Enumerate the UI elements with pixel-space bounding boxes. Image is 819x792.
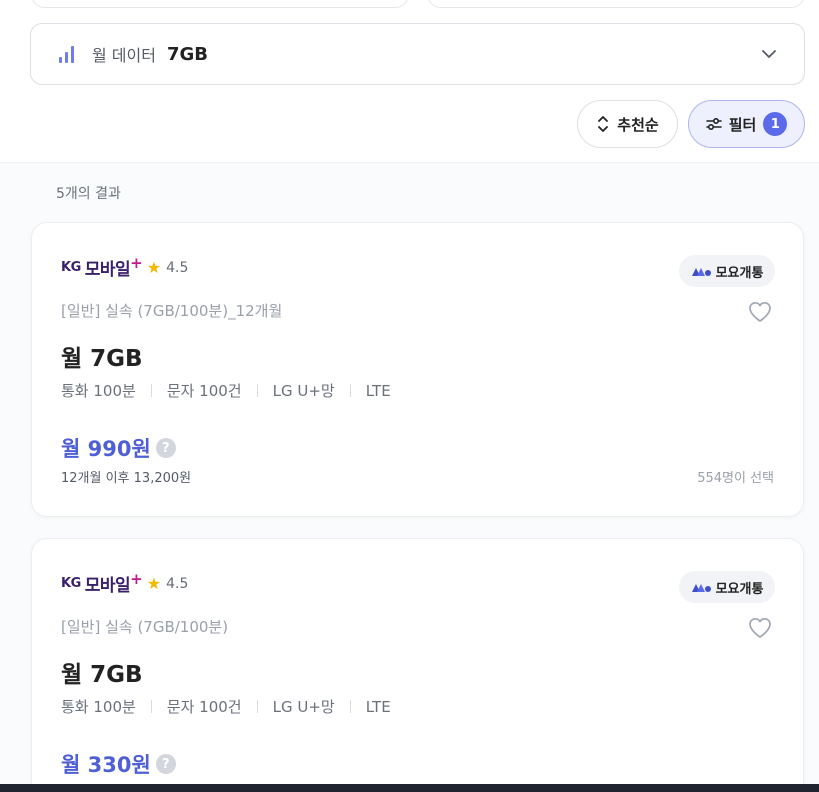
result-count: 5개의 결과 — [56, 186, 121, 202]
brand-logo-name: 모바일 — [84, 260, 131, 280]
plan-title: 월 7GB — [61, 662, 143, 688]
brand-logo-kg: KG — [61, 260, 81, 275]
sort-arrows-icon — [598, 116, 609, 132]
moyo-logo-icon — [691, 584, 711, 592]
carrier-badge-label: 모요개통 — [715, 581, 764, 597]
monthly-data-select[interactable]: 월 데이터 7GB — [30, 23, 805, 85]
filter-label: 필터 — [728, 115, 757, 134]
spec-divider — [256, 384, 258, 397]
carrier-badge: 모요개통 — [679, 255, 775, 287]
spec-network: LG U+망 — [272, 382, 335, 400]
spec-tech: LTE — [365, 697, 391, 716]
plan-card[interactable]: KG 모바일 + ★ 4.5 모요개통 [일반] 실속 (7GB/100분)_1… — [31, 222, 804, 517]
brand-logo-plus: + — [130, 253, 143, 272]
sliders-icon — [705, 117, 722, 131]
data-filter-value: 7GB — [166, 43, 208, 65]
plan-specs: 통화 100분 문자 100건 LG U+망 LTE — [61, 380, 391, 401]
spec-divider — [150, 700, 152, 713]
plan-price: 월 990원 — [61, 437, 151, 461]
price-row: 월 330원 ? — [61, 749, 176, 779]
brand-row: KG 모바일 + ★ 4.5 — [61, 569, 189, 597]
spec-divider — [349, 700, 351, 713]
question-icon[interactable]: ? — [155, 438, 176, 458]
rating-value: 4.5 — [166, 259, 189, 276]
plan-specs: 통화 100분 문자 100건 LG U+망 LTE — [61, 696, 391, 717]
brand-logo-plus: + — [130, 569, 143, 588]
taskbar-strip — [0, 784, 819, 792]
star-icon: ★ — [146, 258, 162, 277]
brand-logo-kg: KG — [61, 576, 81, 591]
rating-value: 4.5 — [166, 575, 189, 592]
carrier-badge-label: 모요개통 — [715, 265, 764, 281]
spec-call: 통화 100분 — [61, 698, 136, 716]
spec-network: LG U+망 — [272, 698, 335, 716]
spec-tech: LTE — [365, 381, 391, 400]
heart-icon[interactable] — [747, 615, 773, 641]
heart-icon[interactable] — [747, 299, 773, 325]
spec-divider — [349, 384, 351, 397]
sort-button[interactable]: 추천순 — [577, 100, 678, 148]
top-filter-chip-right[interactable] — [427, 0, 805, 8]
moyo-logo-icon — [691, 268, 711, 276]
signal-bars-icon — [59, 45, 79, 63]
plan-title: 월 7GB — [61, 346, 143, 372]
spec-sms: 문자 100건 — [166, 698, 242, 716]
selected-count: 554명이 선택 — [697, 471, 774, 486]
spec-divider — [150, 384, 152, 397]
chevron-down-icon — [762, 50, 776, 58]
spec-sms: 문자 100건 — [166, 382, 242, 400]
plan-name: [일반] 실속 (7GB/100분) — [61, 618, 229, 636]
question-icon[interactable]: ? — [155, 754, 176, 774]
star-icon: ★ — [146, 574, 162, 593]
data-filter-label: 월 데이터 — [92, 46, 156, 65]
plan-card[interactable]: KG 모바일 + ★ 4.5 모요개통 [일반] 실속 (7GB/100분) 월… — [31, 538, 804, 792]
after-promo-price: 12개월 이후 13,200원 — [61, 471, 192, 486]
plan-name: [일반] 실속 (7GB/100분)_12개월 — [61, 302, 283, 320]
carrier-badge: 모요개통 — [679, 571, 775, 603]
spec-call: 통화 100분 — [61, 382, 136, 400]
brand-row: KG 모바일 + ★ 4.5 — [61, 253, 189, 281]
brand-logo-name: 모바일 — [84, 576, 131, 596]
spec-divider — [256, 700, 258, 713]
price-row: 월 990원 ? — [61, 433, 176, 463]
filter-count-badge: 1 — [763, 112, 788, 136]
plan-price: 월 330원 — [61, 753, 151, 777]
top-filter-chip-left[interactable] — [31, 0, 409, 8]
sort-label: 추천순 — [617, 115, 659, 134]
filter-button[interactable]: 필터 1 — [688, 100, 805, 148]
